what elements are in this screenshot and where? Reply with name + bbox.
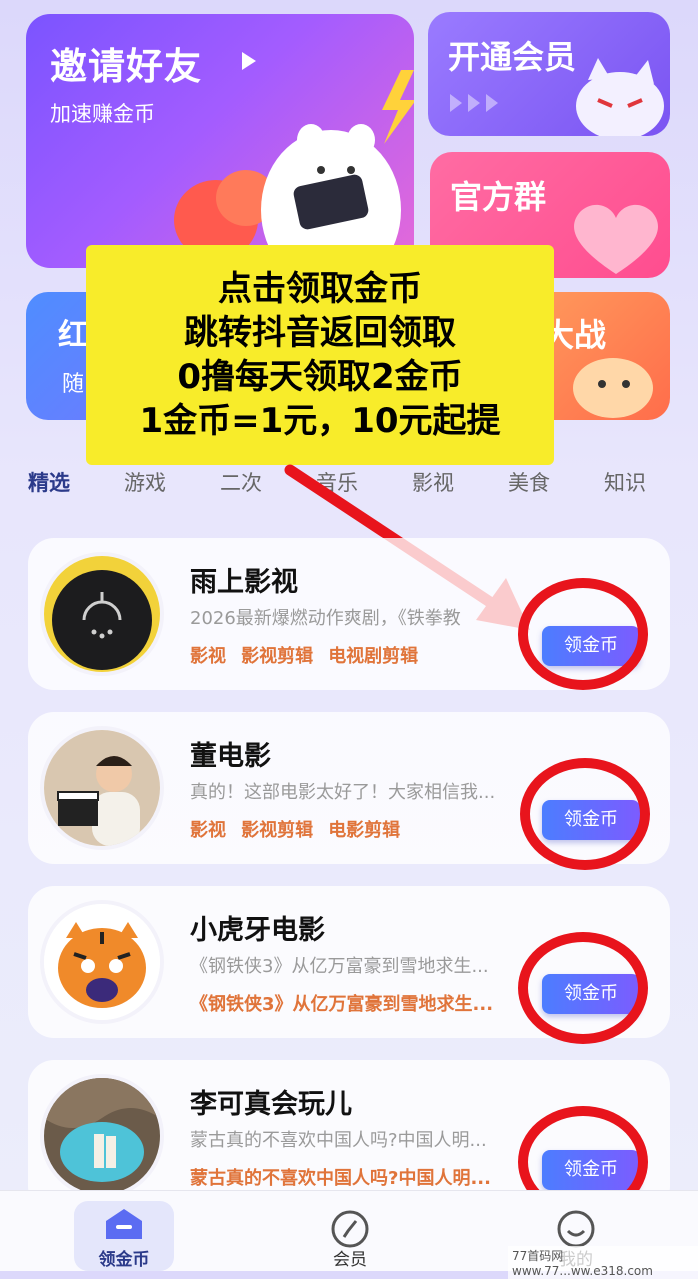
item-tag: 蒙古真的不喜欢中国人吗?中国人明... bbox=[190, 1168, 491, 1189]
person-avatar-icon bbox=[44, 730, 160, 846]
avatar bbox=[40, 726, 164, 850]
annotation-circle bbox=[518, 932, 648, 1044]
shower-logo-icon bbox=[44, 556, 160, 672]
item-name: 李可真会玩儿 bbox=[190, 1089, 352, 1120]
seaside-photo-icon bbox=[44, 1078, 160, 1194]
item-tag: 电影剪辑 bbox=[328, 820, 401, 841]
tiger-avatar-icon bbox=[44, 904, 160, 1020]
home-coin-icon bbox=[106, 1209, 142, 1239]
smile-icon bbox=[557, 1210, 595, 1248]
annotation-circle bbox=[518, 578, 648, 690]
group-title: 官方群 bbox=[450, 178, 547, 216]
vip-title: 开通会员 bbox=[448, 38, 577, 76]
item-tag: 影视剪辑 bbox=[241, 646, 314, 667]
open-vip-card[interactable]: 开通会员 bbox=[428, 12, 670, 136]
tab-games[interactable]: 游戏 bbox=[124, 467, 166, 497]
nav-label: 会员 bbox=[333, 1250, 367, 1270]
heart-icon bbox=[574, 204, 658, 274]
item-desc: 真的！这部电影太好了！大家相信我... bbox=[190, 782, 496, 803]
compass-icon bbox=[331, 1210, 369, 1248]
bread-mascot-icon bbox=[573, 358, 653, 418]
invite-subtitle: 加速赚金币 bbox=[50, 102, 155, 126]
overlay-line-3: 0撸每天领取2金币 bbox=[177, 357, 463, 397]
item-desc: 蒙古真的不喜欢中国人吗?中国人明... bbox=[190, 1130, 487, 1151]
nav-claim-coins[interactable]: 领金币 bbox=[64, 1191, 184, 1271]
avatar bbox=[40, 552, 164, 676]
item-name: 董电影 bbox=[190, 741, 271, 772]
red-card-subtitle: 随 bbox=[62, 372, 85, 397]
list-item[interactable]: 雨上影视 2026最新爆燃动作爽剧，《铁拳教 影视 影视剪辑 电视剧剪辑 领金币 bbox=[28, 538, 670, 690]
item-tag: 影视 bbox=[190, 820, 226, 841]
item-tag: 影视剪辑 bbox=[241, 820, 314, 841]
list-item[interactable]: 小虎牙电影 《钢铁侠3》从亿万富豪到雪地求生... 《钢铁侠3》从亿万富豪到雪地… bbox=[28, 886, 670, 1044]
item-tags: 《钢铁侠3》从亿万富豪到雪地求生... bbox=[190, 990, 540, 1016]
item-tag: 《钢铁侠3》从亿万富豪到雪地求生... bbox=[190, 994, 494, 1015]
avatar bbox=[40, 900, 164, 1024]
watermark: 77首码网 www.77...ww.e318.com bbox=[508, 1246, 698, 1279]
play-arrow-icon bbox=[242, 52, 256, 70]
list-item[interactable]: 董电影 真的！这部电影太好了！大家相信我... 影视 影视剪辑 电影剪辑 领金币 bbox=[28, 712, 670, 870]
annotation-circle bbox=[520, 758, 650, 870]
tab-anime[interactable]: 二次 bbox=[220, 467, 262, 497]
item-tag: 电视剧剪辑 bbox=[328, 646, 419, 667]
item-desc: 2026最新爆燃动作爽剧，《铁拳教 bbox=[190, 608, 461, 629]
overlay-line-2: 跳转抖音返回领取 bbox=[184, 313, 456, 353]
nav-label: 领金币 bbox=[98, 1250, 150, 1270]
item-tags: 影视 影视剪辑 电影剪辑 bbox=[190, 816, 540, 842]
item-name: 雨上影视 bbox=[190, 567, 298, 598]
cat-mascot-icon bbox=[576, 58, 664, 136]
overlay-line-1: 点击领取金币 bbox=[218, 269, 422, 309]
item-desc: 《钢铁侠3》从亿万富豪到雪地求生... bbox=[190, 956, 489, 977]
mascot-illustration bbox=[174, 70, 414, 268]
nav-vip[interactable]: 会员 bbox=[290, 1191, 410, 1271]
item-name: 小虎牙电影 bbox=[190, 915, 325, 946]
tab-knowledge[interactable]: 知识 bbox=[604, 467, 646, 497]
arrows-icon bbox=[450, 94, 498, 112]
red-card-title: 红 bbox=[58, 318, 88, 353]
item-tags: 蒙古真的不喜欢中国人吗?中国人明... bbox=[190, 1164, 540, 1190]
invite-friends-card[interactable]: 邀请好友 加速赚金币 bbox=[26, 14, 414, 268]
overlay-line-4: 1金币=1元，10元起提 bbox=[139, 401, 501, 441]
tab-featured[interactable]: 精选 bbox=[28, 467, 70, 497]
item-tag: 影视 bbox=[190, 646, 226, 667]
avatar bbox=[40, 1074, 164, 1198]
promo-overlay: 点击领取金币 跳转抖音返回领取 0撸每天领取2金币 1金币=1元，10元起提 bbox=[86, 245, 554, 465]
item-tags: 影视 影视剪辑 电视剧剪辑 bbox=[190, 642, 540, 668]
